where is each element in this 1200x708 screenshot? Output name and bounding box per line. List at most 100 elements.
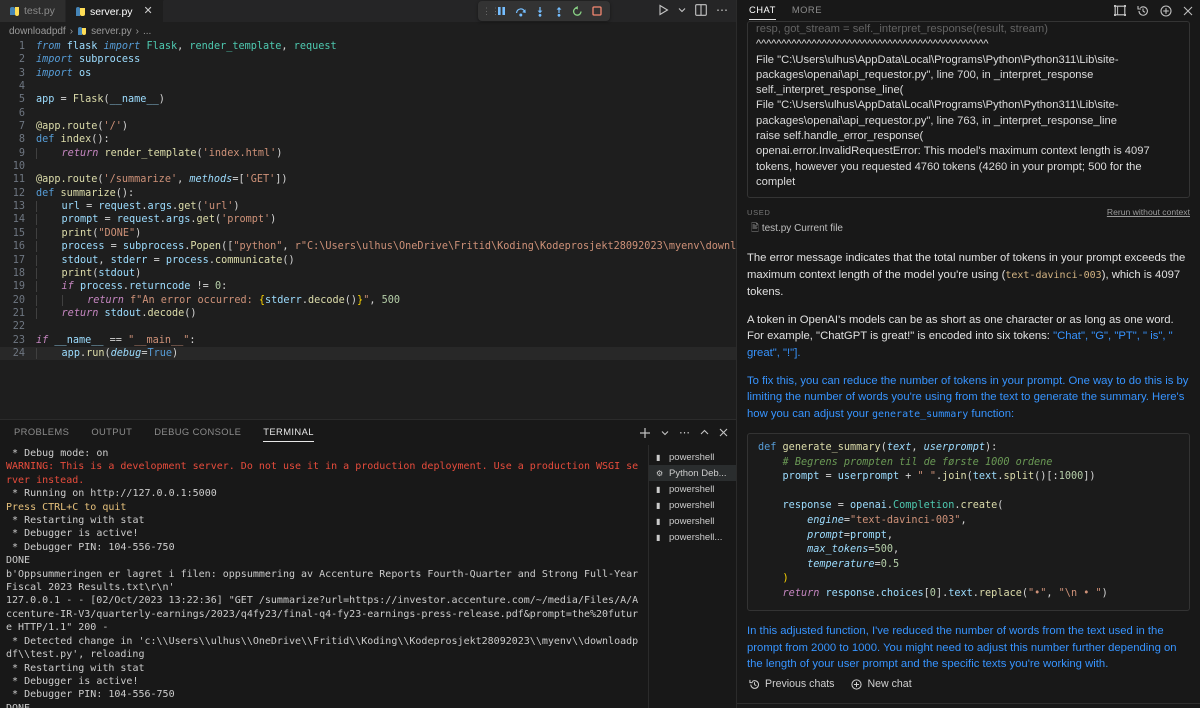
python-debug-icon: ⚙ xyxy=(656,468,664,478)
line-number: 5 xyxy=(18,94,25,106)
error-line: openai.error.InvalidRequestError: This m… xyxy=(756,145,1153,188)
terminal-line: b'Oppsummeringen er lagret i filen: opps… xyxy=(6,568,645,594)
terminal-tab[interactable]: ▮ powershell xyxy=(649,481,736,497)
grip-icon[interactable]: ⋮⋮ xyxy=(482,7,500,16)
code-line: 8 def index(): xyxy=(0,133,736,146)
panel-body: * Debug mode: on WARNING: This is a devel… xyxy=(0,445,736,708)
tab-chat[interactable]: CHAT xyxy=(749,4,776,20)
tab-label: server.py xyxy=(89,5,133,18)
assistant-code-block[interactable]: def generate_summary(text, userprompt): … xyxy=(747,432,1190,612)
tab-more[interactable]: MORE xyxy=(792,4,822,18)
terminal-icon: ▮ xyxy=(656,532,661,542)
chevron-down-icon[interactable] xyxy=(661,430,669,436)
new-chat-button[interactable]: New chat xyxy=(851,678,912,690)
maximize-panel-icon[interactable] xyxy=(700,429,709,436)
new-chat-icon[interactable] xyxy=(1160,4,1172,17)
breadcrumb-file[interactable]: server.py xyxy=(91,26,132,37)
more-actions-icon[interactable]: ⋯ xyxy=(716,2,728,18)
terminal-tab[interactable]: ▮ powershell xyxy=(649,513,736,529)
line-content: app = Flask(__name__) xyxy=(36,94,165,106)
terminal-tab[interactable]: ▮ powershell... xyxy=(649,529,736,545)
rerun-without-context-link[interactable]: Rerun without context xyxy=(1107,207,1190,217)
terminal-tab[interactable]: ⚙ Python Deb... xyxy=(649,465,736,481)
history-icon xyxy=(749,679,760,690)
editor-tab-server-py[interactable]: server.py ✕ xyxy=(65,0,164,22)
panel-actions: ⋯ xyxy=(639,420,728,445)
used-file-chip[interactable]: 🖹 test.py Current file xyxy=(747,221,1190,238)
terminal-output[interactable]: * Debug mode: on WARNING: This is a devel… xyxy=(0,445,648,708)
layout-icon[interactable] xyxy=(1114,5,1126,16)
close-icon[interactable]: ✕ xyxy=(144,6,153,17)
line-content: prompt = request.args.get('prompt') xyxy=(36,213,276,226)
terminal-tab-list: ▮ powershell ⚙ Python Deb... ▮ powershell ▮ pow… xyxy=(648,445,736,708)
line-content: from flask import Flask, render_template… xyxy=(36,41,337,52)
terminal-tab-label: powershell xyxy=(669,515,715,527)
close-panel-icon[interactable] xyxy=(719,428,728,437)
previous-chats-button[interactable]: Previous chats xyxy=(749,678,834,690)
code-line: 3 import os xyxy=(0,67,736,80)
line-content xyxy=(36,80,42,93)
breadcrumb-folder[interactable]: downloadpdf xyxy=(9,26,66,37)
line-number: 18 xyxy=(12,267,25,279)
code-editor[interactable]: 1 from flask import Flask, render_templat… xyxy=(0,40,736,419)
line-content: process = subprocess.Popen(["python", r"… xyxy=(36,240,736,253)
tab-terminal[interactable]: TERMINAL xyxy=(263,426,314,442)
code-line: 6 xyxy=(0,107,736,120)
used-label: USED xyxy=(747,208,771,218)
code-line: 10 xyxy=(0,160,736,173)
history-icon[interactable] xyxy=(1137,5,1149,17)
error-traceback-box: resp, got_stream = self._interpret_respo… xyxy=(747,21,1190,199)
terminal-line: WARNING: This is a development server. D… xyxy=(6,461,639,486)
split-editor-icon[interactable] xyxy=(695,4,707,16)
terminal-icon: ▮ xyxy=(656,500,661,510)
terminal-line: * Running on http://127.0.0.1:5000 xyxy=(6,488,217,500)
python-icon xyxy=(10,6,19,16)
plus-circle-icon xyxy=(851,678,863,690)
tab-output[interactable]: OUTPUT xyxy=(91,426,132,440)
code-line: 15 print("DONE") xyxy=(0,227,736,240)
run-icon[interactable] xyxy=(658,4,669,16)
line-number: 4 xyxy=(18,81,25,93)
line-number: 8 xyxy=(18,134,25,146)
terminal-tab-label: powershell... xyxy=(669,531,723,543)
debug-toolbar[interactable]: ⋮⋮ xyxy=(478,1,610,21)
terminal-line: * Debugger is active! xyxy=(6,675,139,687)
step-over-icon[interactable] xyxy=(511,2,530,20)
line-content: return f"An error occurred: {stderr.deco… xyxy=(36,294,400,307)
add-terminal-icon[interactable] xyxy=(639,427,651,439)
line-number: 9 xyxy=(18,147,25,159)
tab-problems[interactable]: PROBLEMS xyxy=(14,426,69,440)
line-content: if process.returncode != 0: xyxy=(36,280,227,293)
chevron-down-icon[interactable] xyxy=(678,7,686,13)
stop-icon[interactable] xyxy=(587,2,606,20)
code-line: 11 @app.route('/summarize', methods=['GET… xyxy=(0,173,736,186)
tab-debug-console[interactable]: DEBUG CONSOLE xyxy=(154,426,241,440)
editor-tab-test-py[interactable]: test.py xyxy=(0,0,66,22)
pause-icon[interactable] xyxy=(492,2,511,20)
terminal-tab[interactable]: ▮ powershell xyxy=(649,449,736,465)
close-icon[interactable] xyxy=(1183,6,1193,16)
line-content xyxy=(36,160,42,173)
line-number: 12 xyxy=(12,187,25,199)
python-icon xyxy=(75,7,85,16)
breadcrumb-symbol[interactable]: ... xyxy=(143,26,151,37)
code-line: 5 app = Flask(__name__) xyxy=(0,93,736,106)
terminal-line: * Detected change in 'c:\\Users\\ulhus\\… xyxy=(6,635,639,661)
terminal-line: Press CTRL+C to quit xyxy=(6,501,127,513)
code-line: response = openai.Completion.create( xyxy=(782,500,1004,512)
line-number: 24 xyxy=(12,347,25,359)
restart-icon[interactable] xyxy=(568,2,587,20)
terminal-tab-label: powershell xyxy=(669,451,715,463)
inline-code-model: text-davinci-003 xyxy=(1005,269,1102,281)
line-content: url = request.args.get('url') xyxy=(36,200,240,213)
code-line: temperature=0.5 xyxy=(807,558,900,570)
line-number: 20 xyxy=(12,294,25,306)
error-clipped-line: resp, got_stream = self._interpret_respo… xyxy=(756,23,1048,35)
terminal-tab[interactable]: ▮ powershell xyxy=(649,497,736,513)
step-into-icon[interactable] xyxy=(530,2,549,20)
code-line: 12 def summarize(): xyxy=(0,187,736,200)
line-number: 3 xyxy=(18,67,25,79)
step-out-icon[interactable] xyxy=(549,2,568,20)
more-actions-icon[interactable]: ⋯ xyxy=(679,426,690,439)
